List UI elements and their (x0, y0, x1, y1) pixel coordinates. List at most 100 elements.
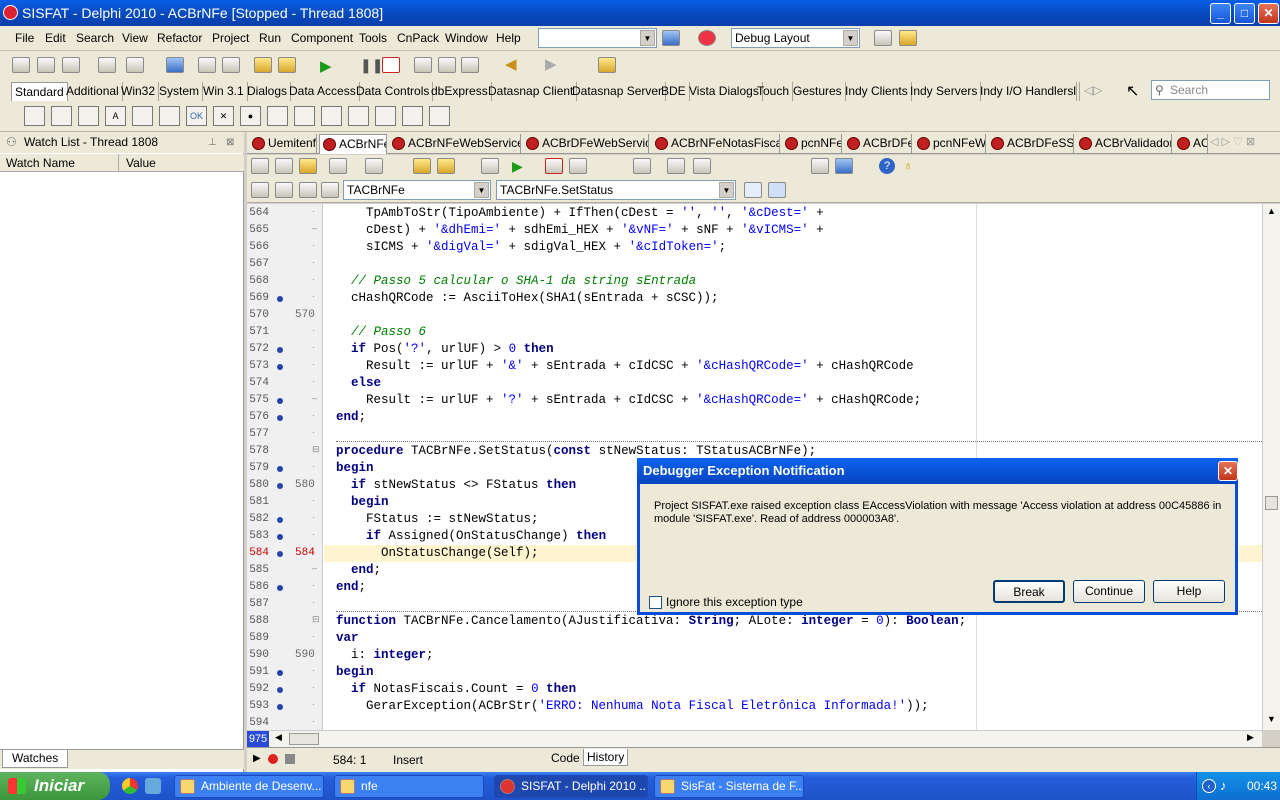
code-line[interactable]: sICMS + '&digVal=' + sdigVal_HEX + '&cId… (336, 239, 726, 256)
break-button[interactable]: Break (993, 580, 1065, 603)
menu-component[interactable]: Component (291, 31, 353, 45)
editor-tab-pcnnfe[interactable]: pcnNFe (782, 134, 842, 154)
button-icon[interactable]: OK (186, 106, 207, 126)
code-line[interactable]: function TACBrNFe.Cancelamento(AJustific… (336, 613, 966, 630)
forward-arrow-icon[interactable]: ▶ (545, 55, 557, 73)
class-combo[interactable]: TACBrNFe ▼ (343, 180, 491, 200)
frames-icon[interactable] (24, 106, 45, 126)
palette-tab-standard[interactable]: Standard (11, 82, 68, 101)
task-sisfat-delphi[interactable]: SISFAT - Delphi 2010 ... (494, 775, 648, 798)
menu-tools[interactable]: Tools (359, 31, 387, 45)
palette-tab-bde[interactable]: BDE (658, 82, 690, 101)
breakpoint-dot-icon[interactable] (277, 670, 283, 676)
run-to-cursor-icon[interactable] (461, 57, 479, 73)
breakpoint-dot-icon[interactable] (277, 347, 283, 353)
palette-tab-indy-clients[interactable]: Indy Clients (842, 82, 912, 101)
impl-icon[interactable] (321, 182, 339, 198)
editor-tab-uemitenf[interactable]: Uemitenf (249, 134, 317, 154)
menu-search[interactable]: Search (76, 31, 114, 45)
help-book-icon[interactable] (598, 57, 616, 73)
dialog-close-button[interactable]: ✕ (1218, 461, 1238, 481)
pause-icon[interactable]: ❚❚ (360, 57, 383, 74)
ignore-exception-label[interactable]: Ignore this exception type (666, 595, 803, 609)
vertical-scrollbar[interactable]: ▲ ▼ (1262, 204, 1280, 730)
code-line[interactable]: GerarException(ACBrStr('ERRO: Nenhuma No… (336, 698, 929, 715)
code-line[interactable]: // Passo 5 calcular o SHA-1 da string sE… (336, 273, 696, 290)
menu-view[interactable]: View (122, 31, 148, 45)
palette-tab-additional[interactable]: Additional (63, 82, 123, 101)
unit-view-icon[interactable] (744, 182, 762, 198)
menu-run[interactable]: Run (259, 31, 281, 45)
palette-tab-dbexpress[interactable]: dbExpress (428, 82, 492, 101)
edit-icon[interactable] (132, 106, 153, 126)
menu-edit[interactable]: Edit (45, 31, 66, 45)
tab-history[interactable]: History (583, 749, 629, 766)
editor-tab-acbrdfessl[interactable]: ACBrDFeSSL (988, 134, 1074, 154)
layout-load-icon[interactable] (899, 30, 917, 46)
menu-cnpack[interactable]: CnPack (397, 31, 439, 45)
palette-tab-touch[interactable]: Touch (754, 82, 794, 101)
continue-button[interactable]: Continue (1073, 580, 1145, 603)
pointer-icon[interactable]: ↖ (1126, 81, 1139, 101)
full-view-icon[interactable] (768, 182, 786, 198)
code-line[interactable]: begin (336, 664, 374, 681)
lightbulb-icon[interactable]: ♁ (903, 157, 914, 173)
method-combo[interactable]: TACBrNFe.SetStatus ▼ (496, 180, 736, 200)
trace-into-icon[interactable] (414, 57, 432, 73)
close-icon[interactable]: ⊠ (226, 132, 234, 153)
remove-file-icon[interactable] (437, 158, 455, 174)
palette-tab-dialogs[interactable]: Dialogs (244, 82, 292, 101)
close-button[interactable]: ✕ (1258, 3, 1279, 24)
tools-icon[interactable] (811, 158, 829, 174)
breakpoint-dot-icon[interactable] (277, 534, 283, 540)
save-all-icon[interactable] (365, 158, 383, 174)
new-icon[interactable] (12, 57, 30, 73)
clock[interactable]: 00:43 (1247, 772, 1277, 800)
toggle-form-icon[interactable] (251, 158, 269, 174)
code-line[interactable]: if Pos('?', urlUF) > 0 then (336, 341, 554, 358)
fold-icon[interactable]: – (312, 393, 317, 403)
breakpoint-dot-icon[interactable] (277, 364, 283, 370)
menu-file[interactable]: File (15, 31, 34, 45)
debug-windows-icon[interactable] (693, 158, 711, 174)
save-desktop-icon[interactable] (662, 30, 680, 46)
remove-icon[interactable] (62, 57, 80, 73)
horizontal-scrollbar[interactable]: 975 ◀ ▶ (247, 730, 1262, 747)
listbox-icon[interactable] (267, 106, 288, 126)
back-arrow-icon[interactable]: ◀ (505, 55, 517, 73)
tab-watches[interactable]: Watches (2, 750, 69, 768)
code-line[interactable]: cDest) + '&dhEmi=' + sdhEmi_HEX + '&vNF=… (336, 222, 824, 239)
view-unit-icon[interactable] (275, 158, 293, 174)
stop-macro-icon[interactable] (285, 754, 295, 764)
label-icon[interactable]: A (105, 106, 126, 126)
code-line[interactable]: begin (336, 460, 374, 477)
editor-tab-acbrnfewebservices[interactable]: ACBrNFeWebServices (389, 134, 521, 154)
memo-icon[interactable] (159, 106, 180, 126)
run-icon[interactable]: ▶ (512, 158, 523, 175)
breakpoint-dot-icon[interactable] (277, 551, 283, 557)
editor-tab-acbrvalidador[interactable]: ACBrValidador (1076, 134, 1172, 154)
open-icon[interactable] (329, 158, 347, 174)
play-macro-icon[interactable]: ▶ (253, 753, 261, 764)
new-items-icon[interactable] (37, 57, 55, 73)
code-line[interactable]: i: integer; (336, 647, 434, 664)
code-line[interactable]: end; (336, 409, 366, 426)
settings-icon[interactable] (481, 158, 499, 174)
code-line[interactable]: var (336, 630, 359, 647)
palette-scroll-arrows-icon[interactable]: ◁▷ (1084, 83, 1102, 97)
pin-icon[interactable]: ⊥ (208, 132, 217, 153)
maximize-button[interactable]: □ (1234, 3, 1255, 24)
watch-col-name[interactable]: Watch Name (6, 156, 75, 170)
code-line[interactable]: if NotasFiscais.Count = 0 then (336, 681, 576, 698)
run-icon[interactable]: ▶ (320, 57, 332, 75)
record-macro-icon[interactable] (268, 754, 278, 764)
actionlist-icon[interactable] (429, 106, 450, 126)
palette-tab-indy-servers[interactable]: Indy Servers (907, 82, 982, 101)
step-over-icon[interactable] (438, 57, 456, 73)
stop-icon[interactable] (698, 30, 716, 46)
code-line[interactable]: if Assigned(OnStatusChange) then (336, 528, 606, 545)
editor-tab-ac[interactable]: AC (1174, 134, 1208, 154)
code-line[interactable]: Result := urlUF + '&' + sEntrada + cIdCS… (336, 358, 914, 375)
fold-icon[interactable]: – (312, 223, 317, 233)
nav-icon[interactable] (251, 182, 269, 198)
